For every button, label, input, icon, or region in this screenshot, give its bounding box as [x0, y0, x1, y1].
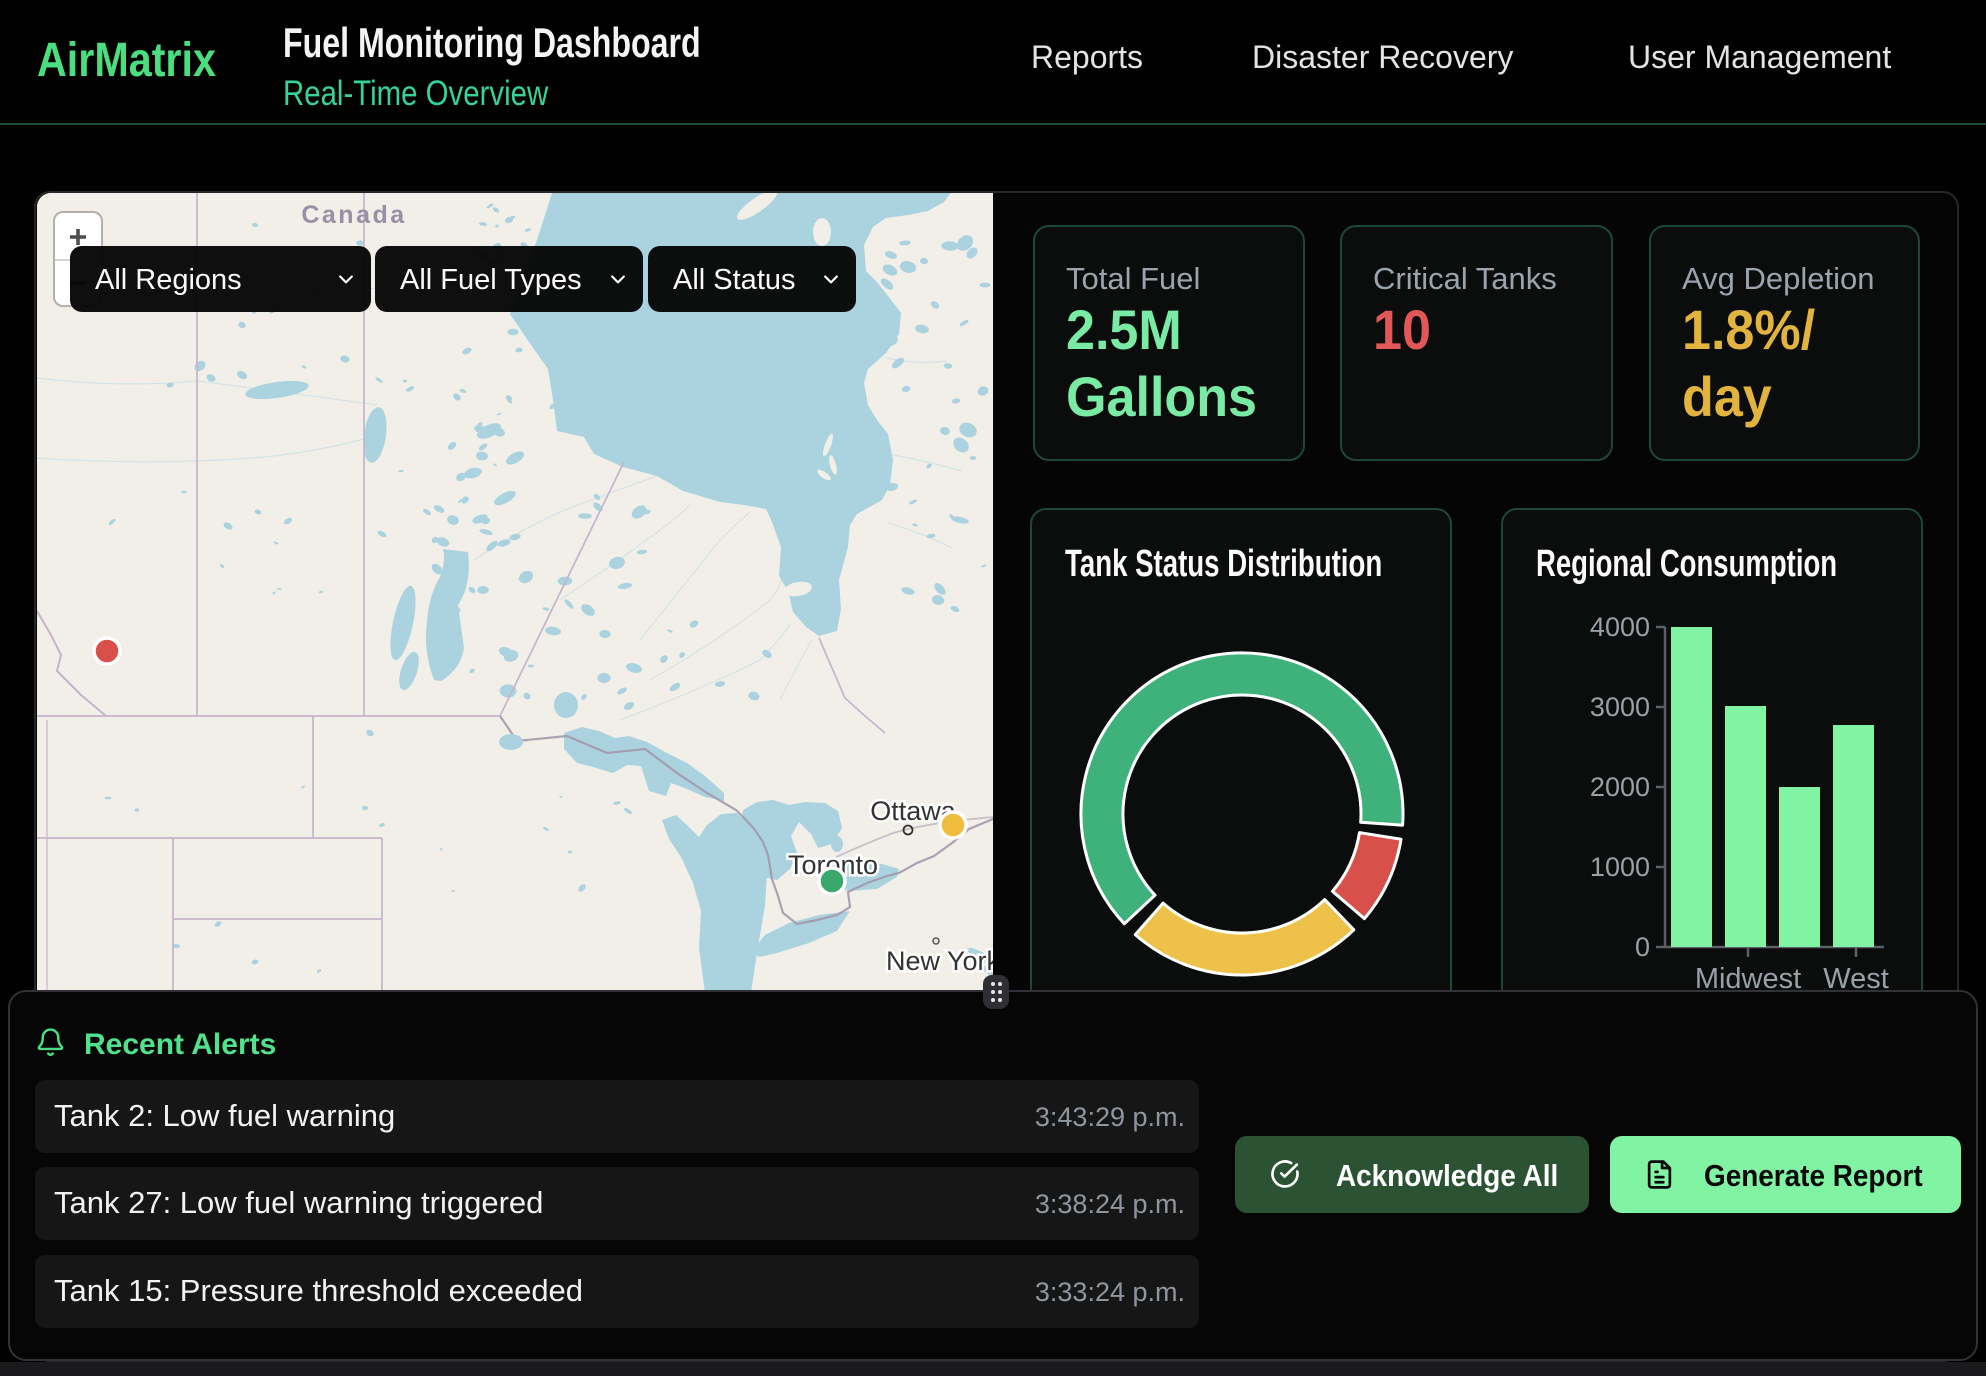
svg-text:3000: 3000 — [1590, 692, 1650, 722]
svg-text:New York: New York — [886, 946, 993, 976]
svg-text:2000: 2000 — [1590, 772, 1650, 802]
svg-text:4000: 4000 — [1590, 612, 1650, 642]
svg-text:Canada: Canada — [301, 201, 406, 229]
svg-text:0: 0 — [1635, 932, 1650, 962]
svg-text:1000: 1000 — [1590, 852, 1650, 882]
